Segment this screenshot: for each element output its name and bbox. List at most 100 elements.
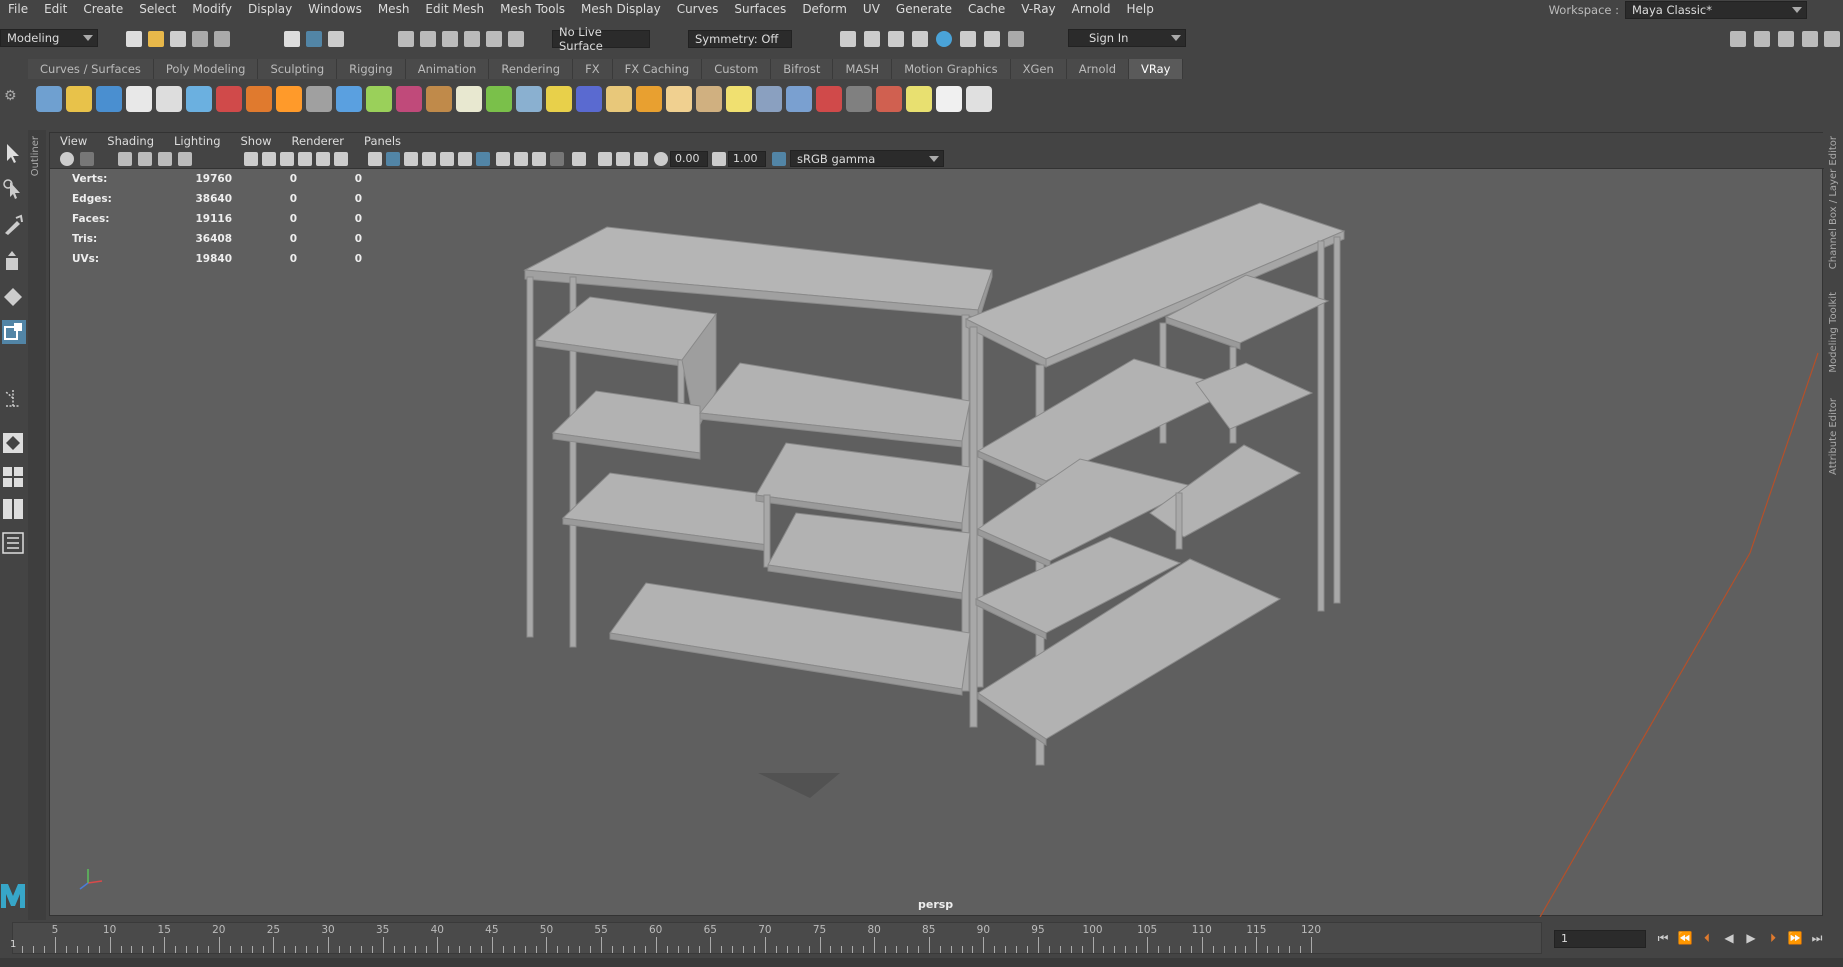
menu-item[interactable]: UV [855,0,888,18]
vray-shelf-tool-icon[interactable] [36,86,62,112]
play-forwards-icon[interactable]: ▶ [1742,929,1760,947]
vray-shelf-tool-icon[interactable] [636,86,662,112]
shelf-tab[interactable]: Poly Modeling [153,59,259,79]
vray-shelf-tool-icon[interactable] [966,86,992,112]
wireframe-icon[interactable] [368,152,382,166]
xray-active-components-icon[interactable] [616,152,630,166]
vray-shelf-tool-icon[interactable] [126,86,152,112]
menu-item[interactable]: Help [1119,0,1162,18]
exposure-icon[interactable] [654,152,668,166]
smooth-shade-icon[interactable] [386,152,400,166]
shelf-tab[interactable]: Arnold [1066,59,1129,79]
anti-aliasing-icon[interactable] [532,152,546,166]
vray-shelf-tool-icon[interactable] [786,86,812,112]
two-view-layout-icon[interactable] [2,498,24,520]
vray-shelf-tool-icon[interactable] [216,86,242,112]
shelf-tab[interactable]: Rendering [489,59,574,79]
shelf-tab[interactable]: Motion Graphics [892,59,1011,79]
step-back-frame-icon[interactable]: ⏪ [1676,929,1694,947]
snap-to-surface-icon[interactable] [486,31,502,47]
menu-item[interactable]: Generate [888,0,960,18]
shelf-settings-icon[interactable]: ⚙ [4,88,18,104]
current-frame-field[interactable]: 1 [1554,930,1646,948]
vray-shelf-tool-icon[interactable] [876,86,902,112]
panel-menu-item[interactable]: Lighting [164,133,230,149]
snap-to-point-icon[interactable] [442,31,458,47]
workspace-dropdown[interactable]: Maya Classic* [1625,1,1807,19]
menu-item[interactable]: Arnold [1064,0,1119,18]
menu-item[interactable]: File [0,0,36,18]
pause-icon[interactable] [1008,31,1024,47]
step-forward-key-icon[interactable]: ⏵ [1764,929,1782,947]
menu-item[interactable]: Cache [960,0,1013,18]
grid-icon[interactable] [244,152,258,166]
vray-shelf-tool-icon[interactable] [846,86,872,112]
vray-shelf-tool-icon[interactable] [516,86,542,112]
step-forward-frame-icon[interactable]: ⏩ [1786,929,1804,947]
hud-toggle-icon[interactable] [634,152,648,166]
vray-shelf-tool-icon[interactable] [336,86,362,112]
shelf-tab[interactable]: Rigging [337,59,406,79]
tool-settings-toggle-icon[interactable] [1778,31,1794,47]
snap-to-curve-icon[interactable] [420,31,436,47]
four-view-layout-icon[interactable] [2,466,24,488]
menu-item[interactable]: Windows [300,0,370,18]
open-scene-icon[interactable] [148,31,164,47]
current-time-marker[interactable]: 1 [10,936,16,954]
outliner-strip[interactable]: Outliner [28,130,46,920]
outliner-layout-icon[interactable] [2,532,24,554]
scale-tool-icon[interactable] [2,320,26,344]
panel-menu-item[interactable]: View [50,133,97,149]
image-plane-icon[interactable] [138,152,152,166]
shelf-tab[interactable]: VRay [1129,59,1184,79]
select-tool-icon[interactable] [2,142,24,164]
symmetry-dropdown[interactable]: Symmetry: Off [688,30,792,48]
shelf-tab[interactable]: Animation [405,59,490,79]
menu-item[interactable]: Display [240,0,300,18]
use-all-lights-icon[interactable] [440,152,454,166]
grease-pencil-icon[interactable] [178,152,192,166]
vray-shelf-tool-icon[interactable] [936,86,962,112]
rotate-tool-icon[interactable] [2,286,24,308]
vray-shelf-tool-icon[interactable] [186,86,212,112]
vray-shelf-tool-icon[interactable] [366,86,392,112]
attribute-editor-tab[interactable]: Attribute Editor [1828,398,1839,475]
view-transform-dropdown[interactable]: sRGB gamma [790,150,944,167]
shelf-tab[interactable]: FX [573,59,613,79]
shelf-tab[interactable]: Sculpting [258,59,338,79]
panel-menu-item[interactable]: Show [231,133,282,149]
undo-icon[interactable] [192,31,208,47]
xray-joints-icon[interactable] [598,152,612,166]
go-to-end-icon[interactable]: ⏭ [1808,929,1826,947]
ambient-occlusion-icon[interactable] [496,152,510,166]
save-scene-icon[interactable] [170,31,186,47]
modeling-toolkit-toggle-icon[interactable] [1730,31,1746,47]
lasso-tool-icon[interactable] [2,178,24,200]
shelf-tab[interactable]: Bifrost [771,59,834,79]
menu-item[interactable]: Modify [184,0,240,18]
vray-shelf-tool-icon[interactable] [486,86,512,112]
textured-icon[interactable] [422,152,436,166]
right-shelf-unit[interactable] [964,202,1346,766]
last-tool-icon[interactable] [2,388,24,410]
vray-shelf-tool-icon[interactable] [66,86,92,112]
menu-item[interactable]: Mesh Tools [492,0,573,18]
camera-attributes-icon[interactable] [80,152,94,166]
shelf-tab[interactable]: XGen [1010,59,1067,79]
sign-in-button[interactable]: Sign In [1068,29,1186,47]
vray-shelf-tool-icon[interactable] [276,86,302,112]
vray-shelf-tool-icon[interactable] [96,86,122,112]
shelf-tab[interactable]: Custom [702,59,772,79]
motion-blur-icon[interactable] [514,152,528,166]
vray-shelf-tool-icon[interactable] [246,86,272,112]
exposure-field[interactable]: 0.00 [670,151,708,167]
redo-icon[interactable] [214,31,230,47]
menu-item[interactable]: Select [131,0,184,18]
menu-item[interactable]: Mesh Display [573,0,669,18]
shelf-tab[interactable]: MASH [833,59,893,79]
render-frame-icon[interactable] [864,31,880,47]
bookmarks-icon[interactable] [118,152,132,166]
menu-item[interactable]: Deform [794,0,855,18]
snap-together-icon[interactable] [508,31,524,47]
select-by-component-icon[interactable] [328,31,344,47]
